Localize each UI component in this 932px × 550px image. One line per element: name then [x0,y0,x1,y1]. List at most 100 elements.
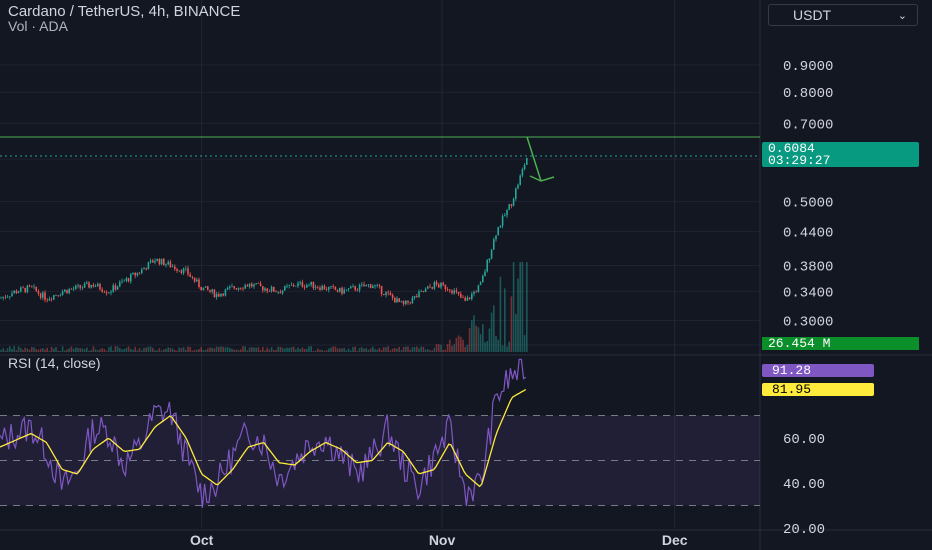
candle-body [409,302,411,304]
volume-bar [46,347,48,352]
candle-body [79,284,81,288]
volume-bar [64,350,66,352]
volume-bar [367,349,370,352]
volume-bar [279,346,282,352]
candle-body [413,296,416,298]
volume-bar [422,346,425,352]
volume-bar [182,347,185,352]
candle-body [477,285,480,292]
candle-body [286,285,288,287]
volume-bar [237,350,240,352]
volume-bar [270,347,273,352]
candle-body [462,297,464,299]
candle-body [141,269,143,274]
volume-bar [152,347,154,352]
volume-bar [255,347,257,352]
candle-body [471,293,473,300]
chart-canvas[interactable]: 0.27000.30000.34000.38000.44000.50000.60… [0,0,932,550]
candle-body [57,295,59,296]
candle-body [59,294,62,296]
volume-bar [97,350,99,352]
candle-body [193,277,196,282]
currency-selector[interactable]: USDT ⌄ [768,4,918,26]
volume-bar [380,349,383,352]
candle-body [482,275,484,283]
volume-bar [475,325,477,352]
candle-body [88,282,90,288]
candle-body [460,293,462,298]
candle-body [178,270,180,272]
volume-bar [497,339,499,352]
volume-bar [519,262,521,352]
candle-body [295,286,297,287]
candle-body [332,286,334,287]
candle-body [218,293,220,297]
volume-bar [264,350,266,352]
candle-body [22,287,24,289]
candle-body [83,283,86,288]
candle-body [343,289,345,294]
candle-body [64,289,66,292]
candle-body [35,286,37,292]
candle-body [420,290,422,292]
candle-body [48,298,51,301]
candle-body [424,288,427,292]
volume-bar [332,346,334,352]
volume-bar [512,262,515,352]
volume-bar [13,346,15,352]
candle-body [94,286,97,288]
volume-bar [510,296,513,352]
candle-body [200,287,202,291]
candle-body [130,274,132,282]
volume-bar [365,348,367,352]
candle-body [281,290,284,294]
price-tick-label: 0.4400 [783,225,833,241]
candle-body [158,258,161,265]
candle-body [176,269,178,271]
volume-bar [484,342,486,352]
volume-bar [352,347,354,352]
candle-body [116,286,119,290]
price-tick-label: 0.8000 [783,86,833,102]
candle-body [156,258,158,261]
candle-body [251,283,253,287]
volume-bar [310,346,312,352]
volume-bar [180,348,183,352]
volume-bar [275,349,277,352]
candle-body [253,284,255,287]
candle-body [347,288,350,290]
candle-body [383,294,385,295]
candle-body [339,287,341,292]
candle-body [405,300,407,304]
candle-body [501,215,504,226]
volume-bar [457,335,460,352]
candle-body [75,285,77,289]
candle-body [411,297,414,304]
volume-bar [288,347,290,352]
candle-body [231,286,233,287]
volume-bar [477,327,480,352]
volume-bar [33,347,35,352]
volume-bar [136,350,139,352]
candle-body [312,281,315,288]
volume-bar [31,347,33,352]
price-tick-label: 0.9000 [783,59,833,75]
candle-body [273,286,275,292]
candle-body [297,283,299,287]
candle-body [466,297,469,301]
volume-bar [138,348,141,352]
candle-body [110,291,112,293]
candle-body [169,261,172,268]
volume-bar [81,348,84,352]
candle-body [464,297,466,301]
candle-body [374,285,376,287]
volume-bar [273,350,275,352]
volume-bar [292,346,295,352]
volume-bar [323,350,326,352]
candle-body [321,285,323,290]
volume-bar [204,349,207,352]
rsi-value-tag: 91.28 [762,364,874,377]
volume-bar [317,348,319,352]
candle-body [266,288,268,292]
volume-bar [193,349,196,352]
